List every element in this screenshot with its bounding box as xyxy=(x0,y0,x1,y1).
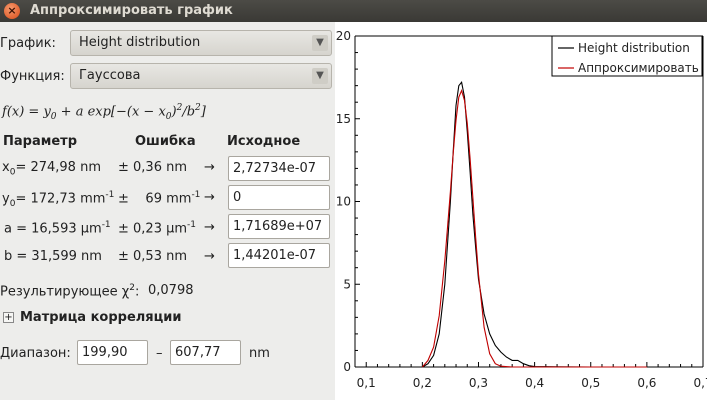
graph-label: График: xyxy=(0,36,56,51)
y-tick-label: 15 xyxy=(336,112,351,126)
range-dash: – xyxy=(156,346,163,361)
param-b-initial-input[interactable] xyxy=(228,243,330,268)
param-a: a = 16,593 µm-1 xyxy=(4,220,111,237)
arrow-right-icon: → xyxy=(204,220,215,235)
graph-select[interactable]: Height distribution ▼ xyxy=(70,30,332,56)
y-tick-label: 20 xyxy=(336,29,351,43)
window-titlebar: × Аппроксимировать график xyxy=(0,0,707,22)
x-tick-label: 0,7 xyxy=(693,376,707,390)
fit-chart: 0 5 10 15 20 0,1 0,2 0,3 0,4 0,5 0,6 0,7 Height dist… xyxy=(336,29,707,390)
x-tick-label: 0,2 xyxy=(413,376,432,390)
correlation-matrix-expander[interactable]: Матрица корреляции xyxy=(20,310,182,325)
param-header: Параметр xyxy=(3,134,78,149)
param-x0-error: ± 0,36 nm xyxy=(118,160,188,175)
x-tick-label: 0,1 xyxy=(357,376,376,390)
range-from-input[interactable] xyxy=(77,340,148,365)
x-tick-label: 0,5 xyxy=(581,376,600,390)
range-unit: nm xyxy=(249,346,270,361)
function-label: Функция: xyxy=(0,69,65,84)
param-x0: x0= 274,98 nm xyxy=(2,160,101,178)
initial-header: Исходное xyxy=(227,134,301,149)
range-to-input[interactable] xyxy=(170,340,241,365)
x-tick-label: 0,4 xyxy=(525,376,544,390)
close-icon[interactable]: × xyxy=(4,3,20,19)
error-header: Ошибка xyxy=(135,134,196,149)
legend-label: Аппроксимировать xyxy=(578,61,699,75)
y-tick-label: 0 xyxy=(343,360,351,374)
range-label: Диапазон: xyxy=(0,346,71,361)
chevron-down-icon: ▼ xyxy=(312,35,328,51)
chi-squared-label: Результирующее χ2: xyxy=(0,283,140,300)
chi-squared-value: 0,0798 xyxy=(148,283,194,298)
legend-label: Height distribution xyxy=(578,41,690,55)
arrow-right-icon: → xyxy=(204,190,215,205)
arrow-right-icon: → xyxy=(204,160,215,175)
function-select-value: Гауссова xyxy=(79,68,141,83)
param-y0-error: ± 69 mm-1 xyxy=(118,190,201,207)
series-line-1 xyxy=(421,88,647,368)
graph-select-value: Height distribution xyxy=(79,35,201,50)
x-tick-label: 0,3 xyxy=(469,376,488,390)
y-tick-label: 10 xyxy=(336,195,351,209)
expand-icon[interactable]: + xyxy=(3,312,14,323)
function-select[interactable]: Гауссова ▼ xyxy=(70,63,332,89)
param-y0: y0= 172,73 mm-1 xyxy=(2,190,115,209)
param-a-error: ± 0,23 µm-1 xyxy=(118,220,197,237)
param-b-error: ± 0,53 nm xyxy=(118,249,188,264)
param-y0-initial-input[interactable] xyxy=(228,185,330,210)
formula: f(x) = y0 + a exp[−(x − x0)2/b2] xyxy=(2,103,206,122)
chevron-down-icon: ▼ xyxy=(312,68,328,84)
plot-area[interactable]: 0 5 10 15 20 0,1 0,2 0,3 0,4 0,5 0,6 0,7 Height dist… xyxy=(335,22,707,400)
param-x0-initial-input[interactable] xyxy=(228,156,330,181)
x-tick-label: 0,6 xyxy=(637,376,656,390)
y-tick-label: 5 xyxy=(343,277,351,291)
window-title: Аппроксимировать график xyxy=(30,3,233,18)
arrow-right-icon: → xyxy=(204,249,215,264)
param-b: b = 31,599 nm xyxy=(4,249,102,264)
param-a-initial-input[interactable] xyxy=(228,214,330,239)
